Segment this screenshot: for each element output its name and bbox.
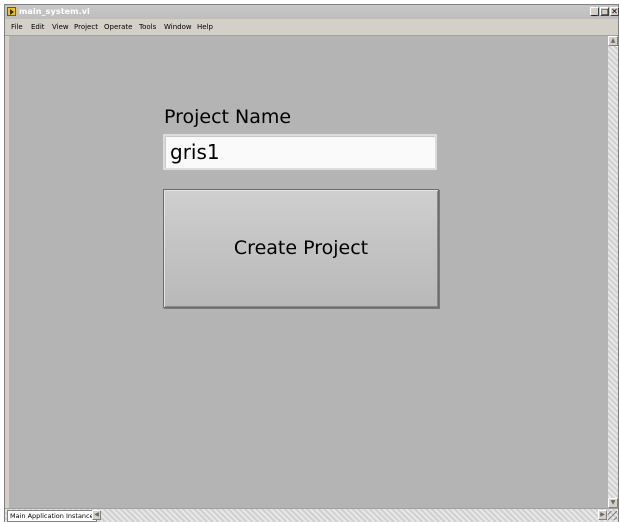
status-bar: Main Application Instance ◀ ▶	[5, 508, 618, 522]
menu-file[interactable]: File	[11, 22, 23, 32]
close-button[interactable]: ✕	[610, 7, 619, 16]
scroll-down-icon[interactable]: ▼	[608, 498, 618, 508]
minimize-button[interactable]: _	[590, 7, 599, 16]
menu-edit[interactable]: Edit	[31, 22, 45, 32]
scroll-up-icon[interactable]: ▲	[608, 36, 618, 46]
labview-vi-icon[interactable]	[7, 7, 16, 16]
menu-tools[interactable]: Tools	[139, 22, 156, 32]
menu-operate[interactable]: Operate	[104, 22, 132, 32]
title-bar[interactable]: main_system.vi _ □ ✕	[5, 5, 619, 19]
menu-view[interactable]: View	[52, 22, 69, 32]
menu-window[interactable]: Window	[164, 22, 192, 32]
window-title: main_system.vi	[19, 7, 90, 16]
menu-bar: File Edit View Project Operate Tools Win…	[5, 19, 618, 36]
resize-grip-icon[interactable]	[608, 511, 617, 520]
menu-project[interactable]: Project	[74, 22, 98, 32]
scroll-right-icon[interactable]: ▶	[598, 510, 607, 520]
project-name-label: Project Name	[164, 106, 292, 128]
menu-help[interactable]: Help	[197, 22, 213, 32]
scroll-left-icon[interactable]: ◀	[92, 510, 101, 520]
vi-window: main_system.vi _ □ ✕ File Edit View Proj…	[4, 4, 619, 522]
front-panel: Project Name gris1 Create Project	[9, 36, 608, 508]
project-name-input[interactable]: gris1	[163, 134, 437, 170]
create-project-button[interactable]: Create Project	[163, 189, 439, 308]
vertical-scrollbar[interactable]: ▲ ▼	[608, 36, 618, 508]
maximize-button[interactable]: □	[600, 7, 609, 16]
application-instance-label: Main Application Instance	[7, 510, 97, 522]
